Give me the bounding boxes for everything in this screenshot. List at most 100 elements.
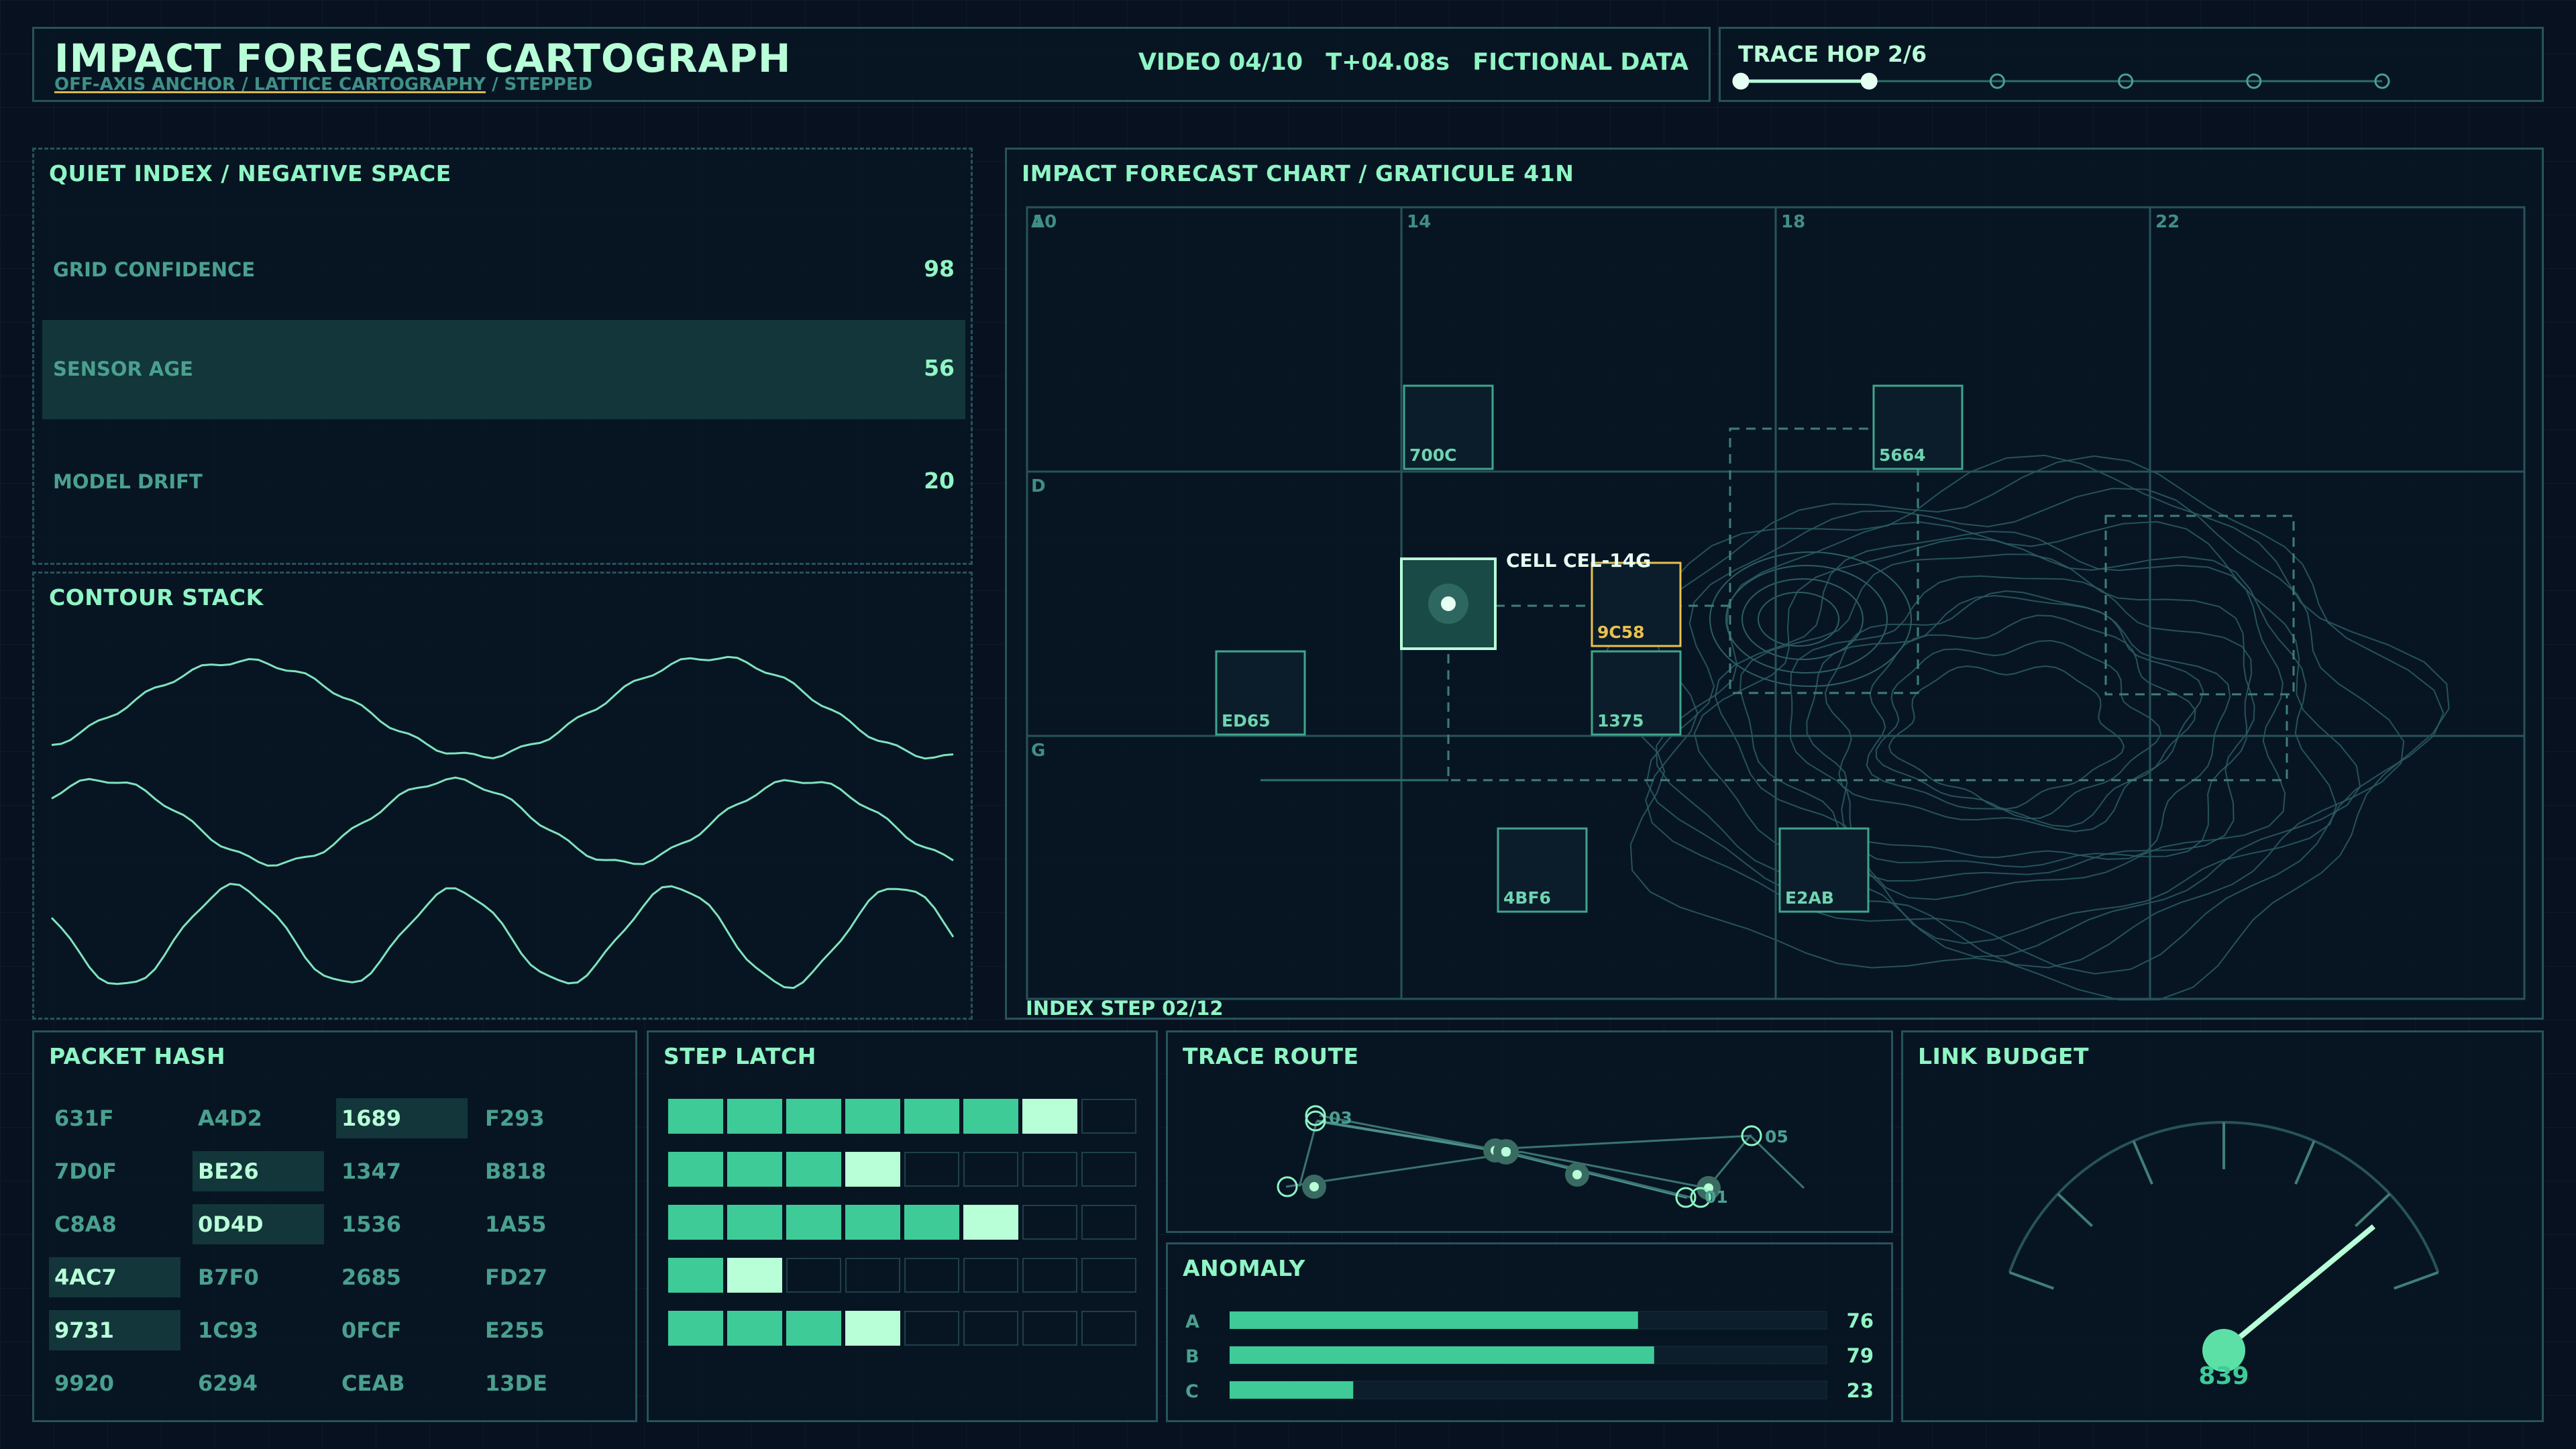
hash-cell[interactable]: 9920 [49,1363,180,1403]
header-meta: VIDEO 04/10 T+04.08s FICTIONAL DATA [1124,49,1688,76]
latch-step[interactable] [845,1258,900,1293]
latch-step[interactable] [963,1258,1018,1293]
gauge-tick [2008,1271,2054,1290]
hash-cell[interactable]: 6294 [193,1363,324,1403]
link-budget-gauge: 839 [2008,1121,2440,1390]
latch-step[interactable] [904,1099,959,1134]
contour-stack-panel: CONTOUR STACK [32,572,973,1020]
row-label: A [1031,212,1044,232]
step-latch-grid[interactable] [649,1032,1156,1420]
row-label: D [1031,476,1046,496]
route-node-core [1309,1182,1319,1191]
latch-step[interactable] [668,1311,723,1346]
quiet-row-value: 98 [924,256,955,282]
gauge-tick [2294,1140,2316,1185]
latch-step[interactable] [1022,1152,1077,1187]
hash-cell[interactable]: B7F0 [193,1257,324,1297]
latch-step[interactable] [1022,1311,1077,1346]
hash-cell[interactable]: 4AC7 [49,1257,180,1297]
hash-cell[interactable]: 1689 [336,1098,468,1138]
latch-step[interactable] [1022,1258,1077,1293]
latch-step[interactable] [1081,1258,1136,1293]
latch-step[interactable] [727,1258,782,1293]
quiet-row-label: GRID CONFIDENCE [53,258,256,281]
latch-step[interactable] [845,1311,900,1346]
hash-cell[interactable]: C8A8 [49,1204,180,1244]
latch-step[interactable] [1081,1152,1136,1187]
hash-cell[interactable]: 0D4D [193,1204,324,1244]
hash-cell[interactable]: 1C93 [193,1310,324,1350]
hash-cell[interactable]: 0FCF [336,1310,468,1350]
latch-step[interactable] [1022,1205,1077,1240]
quiet-row-label: MODEL DRIFT [53,470,203,493]
quiet-row-grid-confidence[interactable]: GRID CONFIDENCE 98 [42,221,965,320]
index-step: INDEX STEP 02/12 [1026,997,1224,1018]
terrain-contour-line [1741,578,1864,660]
latch-step[interactable] [727,1205,782,1240]
latch-step[interactable] [1081,1311,1136,1346]
hash-cell[interactable]: 1A55 [480,1204,611,1244]
hash-cell[interactable]: 7D0F [49,1151,180,1191]
latch-step[interactable] [786,1099,841,1134]
latch-step[interactable] [963,1205,1018,1240]
forecast-chart-map[interactable]: 10 14 18 22 A D G 700C 5664 ED65 1375 9C… [1007,150,2542,1018]
latch-step[interactable] [668,1152,723,1187]
anomaly-bar [1230,1346,1654,1364]
hash-cell[interactable]: B818 [480,1151,611,1191]
gauge-tick [2394,1271,2439,1290]
latch-step[interactable] [786,1205,841,1240]
latch-step[interactable] [1081,1205,1136,1240]
hash-cell[interactable]: 13DE [480,1363,611,1403]
video-counter: VIDEO 04/10 [1138,49,1303,76]
latch-step[interactable] [963,1099,1018,1134]
latch-step[interactable] [786,1311,841,1346]
latch-step[interactable] [727,1152,782,1187]
hash-cell[interactable]: F293 [480,1098,611,1138]
latch-step[interactable] [963,1152,1018,1187]
cell-label: 5664 [1879,445,1926,465]
latch-step[interactable] [904,1205,959,1240]
latch-step[interactable] [1081,1099,1136,1134]
app-subtitle: OFF-AXIS ANCHOR / LATTICE CARTOGRAPHY / … [54,74,592,95]
anomaly-value: 76 [1847,1309,1874,1332]
latch-step[interactable] [668,1258,723,1293]
latch-step[interactable] [845,1152,900,1187]
anomaly-bar [1230,1311,1638,1329]
quiet-row-model-drift[interactable]: MODEL DRIFT 20 [42,433,965,532]
hash-cell[interactable]: 2685 [336,1257,468,1297]
subtitle-link[interactable]: OFF-AXIS ANCHOR / LATTICE CARTOGRAPHY [54,74,486,95]
hash-cell[interactable]: 1536 [336,1204,468,1244]
latch-step[interactable] [727,1311,782,1346]
hop-step-dot[interactable] [1732,72,1750,90]
hash-cell[interactable]: CEAB [336,1363,468,1403]
latch-step[interactable] [786,1258,841,1293]
latch-step[interactable] [1022,1099,1077,1134]
latch-step[interactable] [845,1205,900,1240]
latch-step[interactable] [904,1258,959,1293]
anomaly-row-label: B [1185,1346,1199,1367]
latch-step[interactable] [963,1311,1018,1346]
hash-cell[interactable]: E255 [480,1310,611,1350]
trace-route-plot[interactable]: 03 05 01 [1168,1032,1891,1231]
hash-cell[interactable]: FD27 [480,1257,611,1297]
latch-step[interactable] [845,1099,900,1134]
hash-cell[interactable]: A4D2 [193,1098,324,1138]
contour-wave [50,882,955,989]
trace-hop-track[interactable] [1721,29,2542,100]
hash-cell[interactable]: 1347 [336,1151,468,1191]
latch-step[interactable] [727,1099,782,1134]
latch-step[interactable] [668,1205,723,1240]
link-budget-panel: LINK BUDGET 839 [1901,1030,2544,1422]
hash-cell[interactable]: 9731 [49,1310,180,1350]
terrain-contour-line [1866,614,2196,828]
hop-step-dot[interactable] [1860,72,1878,90]
quiet-row-sensor-age[interactable]: SENSOR AGE 56 [42,320,965,419]
latch-step[interactable] [904,1152,959,1187]
hash-cell[interactable]: 631F [49,1098,180,1138]
latch-step[interactable] [668,1099,723,1134]
cell-label: 4BF6 [1503,888,1551,908]
latch-step[interactable] [786,1152,841,1187]
contour-wave [51,655,954,760]
hash-cell[interactable]: BE26 [193,1151,324,1191]
latch-step[interactable] [904,1311,959,1346]
